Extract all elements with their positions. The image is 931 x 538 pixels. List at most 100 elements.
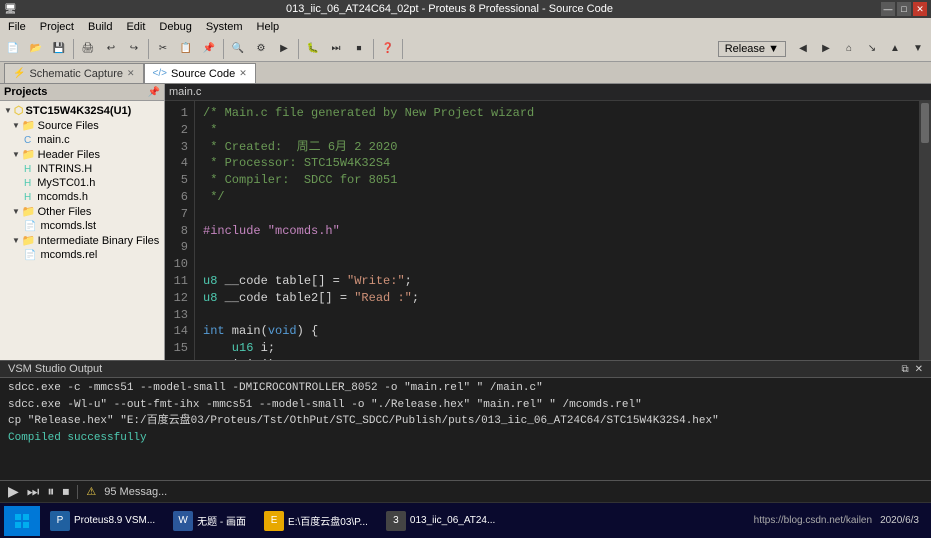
tree-source-files[interactable]: ▼ 📁 Source Files (0, 118, 164, 133)
menu-build[interactable]: Build (82, 18, 118, 36)
schematic-tab-close[interactable]: ✕ (127, 68, 135, 79)
nav-up[interactable]: ▲ (884, 38, 906, 60)
schematic-icon: ⚡ (13, 68, 25, 79)
new-button[interactable]: 📄 (2, 38, 24, 60)
tree-root[interactable]: ▼ ⬡ STC15W4K32S4(U1) (0, 103, 164, 118)
undo-button[interactable]: ↩ (100, 38, 122, 60)
code-content[interactable]: 1 2 3 4 5 6 7 8 9 10 11 12 13 14 15 16 1… (165, 101, 931, 360)
tabs-row: ⚡ Schematic Capture ✕ </> Source Code ✕ (0, 62, 931, 84)
nav-fwd[interactable]: ▶ (815, 38, 837, 60)
playbar: ▶ ⏭ ⏸ ⏹ ⚠ 95 Messag... (0, 480, 931, 502)
tree-other-files[interactable]: ▼ 📁 Other Files (0, 204, 164, 219)
paste-button[interactable]: 📌 (198, 38, 220, 60)
taskbar-proteus[interactable]: P Proteus8.9 VSM... (42, 506, 163, 536)
ln11: 11 (169, 273, 188, 290)
run-button[interactable]: ▶ (273, 38, 295, 60)
titlebar-controls: — □ ✕ (881, 2, 927, 16)
scrollbar-thumb[interactable] (921, 103, 929, 143)
tree-header-files[interactable]: ▼ 📁 Header Files (0, 147, 164, 162)
taskbar-013[interactable]: 3 013_iic_06_AT24... (378, 506, 503, 536)
pause-button[interactable]: ⏸ (47, 483, 54, 500)
cut-button[interactable]: ✂ (152, 38, 174, 60)
source-icon: </> (153, 68, 167, 79)
tree-mcomds-h[interactable]: H mcomds.h (0, 190, 164, 204)
vertical-scrollbar[interactable] (919, 101, 931, 360)
step-button2[interactable]: ⏭ (27, 483, 40, 500)
header-folder-icon: 📁 (22, 148, 36, 161)
mystc01-h-label: MySTC01.h (37, 177, 95, 189)
nav-end[interactable]: ↘ (861, 38, 883, 60)
header-files-arrow: ▼ (12, 150, 20, 159)
warning-icon: ⚠ (86, 485, 96, 499)
nav-dn[interactable]: ▼ (907, 38, 929, 60)
tab-schematic[interactable]: ⚡ Schematic Capture ✕ (4, 63, 144, 83)
debug-button[interactable]: 🐛 (302, 38, 324, 60)
word-icon: W (173, 511, 193, 531)
help-btn[interactable]: ❓ (377, 38, 399, 60)
maximize-button[interactable]: □ (897, 2, 911, 16)
print-button[interactable]: 🖨 (77, 38, 99, 60)
tree-mystc01-h[interactable]: H MySTC01.h (0, 176, 164, 190)
sep-playbar (77, 485, 78, 499)
stop-button[interactable]: ⏹ (348, 38, 370, 60)
nav-back[interactable]: ◀ (792, 38, 814, 60)
intrins-h-label: INTRINS.H (37, 163, 92, 175)
release-dropdown[interactable]: Release ▼ (718, 41, 786, 57)
output-panel: VSM Studio Output ⧉ ✕ sdcc.exe -c -mmcs5… (0, 360, 931, 480)
mcomds-h-label: mcomds.h (37, 191, 88, 203)
source-tab-label: Source Code (171, 68, 235, 80)
mcomds-h-icon: H (24, 192, 31, 203)
ln3: 3 (169, 139, 188, 156)
tree-mcomds-rel[interactable]: 📄 mcomds.rel (0, 248, 164, 262)
proteus-icon: P (50, 511, 70, 531)
open-button[interactable]: 📂 (25, 38, 47, 60)
minimize-button[interactable]: — (881, 2, 895, 16)
output-float-icon[interactable]: ⧉ (901, 364, 908, 375)
taskbar-word[interactable]: W 无题 - 画面 (165, 506, 254, 536)
source-files-arrow: ▼ (12, 121, 20, 130)
ln7: 7 (169, 206, 188, 223)
menu-project[interactable]: Project (34, 18, 80, 36)
menu-file[interactable]: File (2, 18, 32, 36)
tab-source[interactable]: </> Source Code ✕ (144, 63, 256, 83)
mcomds-lst-label: mcomds.lst (40, 220, 96, 232)
projects-pin-icon[interactable]: 📌 (148, 87, 160, 98)
titlebar-icon: 🖥 (4, 4, 18, 15)
copy-button[interactable]: 📋 (175, 38, 197, 60)
mystc01-h-icon: H (24, 178, 31, 189)
play-button[interactable]: ▶ (8, 483, 19, 500)
menu-help[interactable]: Help (251, 18, 286, 36)
tree-intrins-h[interactable]: H INTRINS.H (0, 162, 164, 176)
root-icon: ⬡ (14, 104, 24, 117)
source-tab-close[interactable]: ✕ (239, 68, 247, 79)
search-button[interactable]: 🔍 (227, 38, 249, 60)
save-button[interactable]: 💾 (48, 38, 70, 60)
build-button[interactable]: ⚙ (250, 38, 272, 60)
ln8: 8 (169, 223, 188, 240)
stop-button2[interactable]: ⏹ (62, 483, 69, 500)
other-folder-icon: 📁 (22, 205, 36, 218)
code-editor: main.c 1 2 3 4 5 6 7 8 9 10 11 12 13 14 … (165, 84, 931, 360)
redo-button[interactable]: ↪ (123, 38, 145, 60)
word-label: 无题 - 画面 (197, 513, 246, 528)
taskbar-explorer[interactable]: E E:\百度云盘03\P... (256, 506, 376, 536)
line-numbers: 1 2 3 4 5 6 7 8 9 10 11 12 13 14 15 16 1… (165, 101, 195, 360)
tree-mcomds-lst[interactable]: 📄 mcomds.lst (0, 219, 164, 233)
proteus-label: Proteus8.9 VSM... (74, 515, 155, 526)
tree-main-c[interactable]: C main.c (0, 133, 164, 147)
nav-home[interactable]: ⌂ (838, 38, 860, 60)
menu-system[interactable]: System (200, 18, 249, 36)
start-button[interactable] (4, 506, 40, 536)
code-editor-text[interactable]: /* Main.c file generated by New Project … (195, 101, 919, 360)
intrins-h-icon: H (24, 164, 31, 175)
menu-debug[interactable]: Debug (153, 18, 197, 36)
ln9: 9 (169, 239, 188, 256)
output-line-1: sdcc.exe -c -mmcs51 --model-small -DMICR… (8, 380, 923, 397)
menu-edit[interactable]: Edit (120, 18, 151, 36)
close-button[interactable]: ✕ (913, 2, 927, 16)
output-close-icon[interactable]: ✕ (915, 364, 923, 375)
windows-logo-icon (14, 513, 30, 529)
tree-intermediate-files[interactable]: ▼ 📁 Intermediate Binary Files (0, 233, 164, 248)
header-files-label: Header Files (38, 149, 100, 161)
step-button[interactable]: ⏭ (325, 38, 347, 60)
